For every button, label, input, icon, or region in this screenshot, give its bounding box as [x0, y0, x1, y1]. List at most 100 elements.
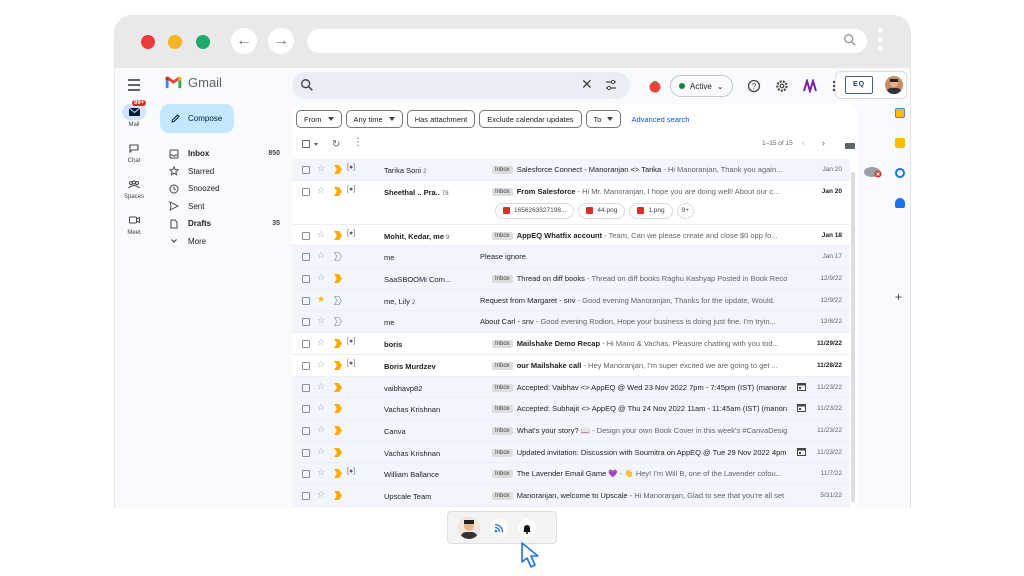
- gmail-logo[interactable]: Gmail: [165, 75, 222, 90]
- row-checkbox[interactable]: [302, 383, 310, 392]
- exclude-calendar-chip[interactable]: Exclude calendar updates: [479, 110, 582, 128]
- sidebar-item-snoozed[interactable]: Snoozed: [153, 180, 286, 198]
- star-icon[interactable]: ☆: [317, 338, 325, 347]
- email-row[interactable]: ☆ [●] Boris Murdzev Inbox our Mailshake call…: [292, 354, 850, 377]
- calendar-event-icon[interactable]: [797, 382, 806, 391]
- settings-gear-icon[interactable]: [775, 79, 789, 93]
- has-attachment-chip[interactable]: Has attachment: [406, 110, 476, 128]
- email-row[interactable]: ☆ SaaSBOOMi Com... Inbox Thread on diff boo…: [292, 268, 850, 290]
- email-row[interactable]: ☆ Vachas Krishnan Inbox Accepted: Subhajit …: [292, 398, 850, 420]
- importance-marker-icon[interactable]: [334, 360, 342, 370]
- minimize-window-button[interactable]: [168, 35, 182, 49]
- address-bar[interactable]: [307, 29, 867, 53]
- importance-marker-icon[interactable]: [334, 230, 342, 240]
- notification-bell-icon[interactable]: [518, 519, 536, 537]
- mail-search-bar[interactable]: ✕: [292, 72, 630, 99]
- email-row[interactable]: ★ me, Lily 2 Request from Margaret - snv - …: [292, 289, 850, 312]
- star-icon[interactable]: ☆: [317, 359, 325, 369]
- row-checkbox[interactable]: [302, 296, 310, 305]
- attachment-chip[interactable]: 1.png: [629, 202, 673, 219]
- importance-marker-icon[interactable]: [334, 469, 342, 479]
- star-icon[interactable]: ☆: [317, 446, 325, 456]
- star-icon[interactable]: ★: [317, 294, 325, 304]
- star-icon[interactable]: ☆: [317, 468, 325, 477]
- next-page-icon[interactable]: ›: [822, 138, 825, 148]
- star-icon[interactable]: ☆: [317, 316, 325, 325]
- forward-button[interactable]: →: [268, 28, 294, 54]
- select-all-checkbox[interactable]: [302, 140, 310, 148]
- email-row[interactable]: ☆ Vachas Krishnan Inbox Updated invitation:…: [292, 441, 850, 464]
- row-checkbox[interactable]: [302, 340, 310, 349]
- email-row[interactable]: ☆ me About Carl - snv - Good evening Rodio…: [292, 311, 850, 334]
- close-window-button[interactable]: [141, 35, 155, 49]
- browser-menu-icon[interactable]: [878, 28, 884, 51]
- add-app-icon[interactable]: +: [895, 290, 902, 304]
- email-row[interactable]: ☆ me Please ignore. Jan 17: [292, 246, 850, 269]
- rail-meet[interactable]: Meet: [115, 212, 153, 248]
- refresh-icon[interactable]: ↻: [332, 139, 340, 150]
- email-row[interactable]: ☆ Canva Inbox What's your story? 📖 - Design…: [292, 419, 850, 442]
- search-icon[interactable]: [300, 78, 314, 92]
- rss-feed-icon[interactable]: [490, 519, 508, 537]
- sidebar-item-drafts[interactable]: Drafts 35: [153, 215, 286, 233]
- row-checkbox[interactable]: [302, 448, 310, 457]
- calendar-event-icon[interactable]: [797, 447, 806, 456]
- importance-marker-icon[interactable]: [333, 317, 342, 327]
- star-icon[interactable]: ☆: [317, 424, 325, 434]
- importance-marker-icon[interactable]: [334, 186, 342, 196]
- row-checkbox[interactable]: [302, 318, 310, 327]
- email-row[interactable]: ☆ vaibhavp82 Inbox Accepted: Vaibhav <> App…: [292, 376, 850, 399]
- contacts-app-icon[interactable]: [895, 198, 905, 208]
- more-options-icon[interactable]: ⋮: [353, 137, 363, 148]
- row-checkbox[interactable]: [302, 253, 310, 262]
- compose-button[interactable]: Compose: [160, 104, 234, 133]
- rail-spaces[interactable]: Spaces: [115, 176, 153, 212]
- star-icon[interactable]: ☆: [317, 381, 325, 391]
- attachment-chip[interactable]: 1656263327198...: [495, 202, 575, 219]
- email-row[interactable]: ☆ [●] boris Inbox Mailshake Demo Recap - Hi …: [292, 333, 850, 355]
- importance-marker-icon[interactable]: [333, 252, 342, 262]
- select-dropdown-icon[interactable]: [314, 143, 318, 146]
- keyboard-icon[interactable]: [845, 143, 855, 149]
- email-row[interactable]: ☆ Upscale Team Inbox Manoranjan, welcome to…: [292, 484, 850, 507]
- rail-mail[interactable]: 99+ Mail: [115, 100, 153, 140]
- star-icon[interactable]: ☆: [317, 251, 325, 260]
- importance-marker-icon[interactable]: [334, 447, 342, 457]
- importance-marker-icon[interactable]: [334, 382, 342, 392]
- row-checkbox[interactable]: [302, 275, 310, 284]
- row-checkbox[interactable]: [302, 231, 310, 240]
- sidebar-item-inbox[interactable]: Inbox 850: [153, 145, 286, 163]
- row-checkbox[interactable]: [302, 426, 310, 435]
- back-button[interactable]: ←: [231, 28, 257, 54]
- tasks-app-icon[interactable]: [895, 168, 905, 178]
- from-filter-chip[interactable]: From: [296, 110, 342, 128]
- account-switcher[interactable]: EQ: [835, 71, 907, 99]
- keep-app-icon[interactable]: [895, 138, 905, 148]
- avatar[interactable]: [458, 517, 480, 539]
- sidebar-item-starred[interactable]: Starred: [153, 163, 286, 181]
- importance-marker-icon[interactable]: [334, 404, 342, 414]
- scrollbar[interactable]: [851, 172, 855, 502]
- attachment-chip[interactable]: 44.png: [578, 202, 626, 219]
- calendar-app-icon[interactable]: [895, 108, 905, 118]
- email-row[interactable]: ☆ [●] Sheethal .. Pra.. 78 Inbox From Salesfo…: [292, 180, 850, 225]
- email-row[interactable]: ☆ [●] Mohit, Kedar, me 9 Inbox AppEQ Whatfix …: [292, 224, 850, 247]
- previous-page-icon[interactable]: ‹: [802, 138, 805, 148]
- row-checkbox[interactable]: [302, 166, 310, 174]
- importance-marker-icon[interactable]: [334, 425, 342, 435]
- help-icon[interactable]: ?: [747, 79, 761, 93]
- to-filter-chip[interactable]: To: [585, 110, 622, 128]
- sidebar-item-sent[interactable]: Sent: [153, 198, 286, 216]
- row-checkbox[interactable]: [302, 361, 310, 370]
- importance-marker-icon[interactable]: [334, 274, 342, 284]
- importance-marker-icon[interactable]: [334, 339, 342, 349]
- star-icon[interactable]: ☆: [317, 164, 325, 173]
- calendar-event-icon[interactable]: [797, 403, 806, 413]
- email-row[interactable]: ☆ [●] Tarika Soni 2 Inbox Salesforce Connect …: [292, 159, 850, 181]
- maximize-window-button[interactable]: [196, 35, 210, 49]
- status-dropdown[interactable]: Active ⌄: [670, 75, 733, 97]
- row-checkbox[interactable]: [302, 491, 310, 500]
- importance-marker-icon[interactable]: [334, 165, 342, 174]
- email-row[interactable]: ☆ [●] William Ballance Inbox The Lavender Em…: [292, 463, 850, 485]
- importance-marker-icon[interactable]: [334, 490, 342, 500]
